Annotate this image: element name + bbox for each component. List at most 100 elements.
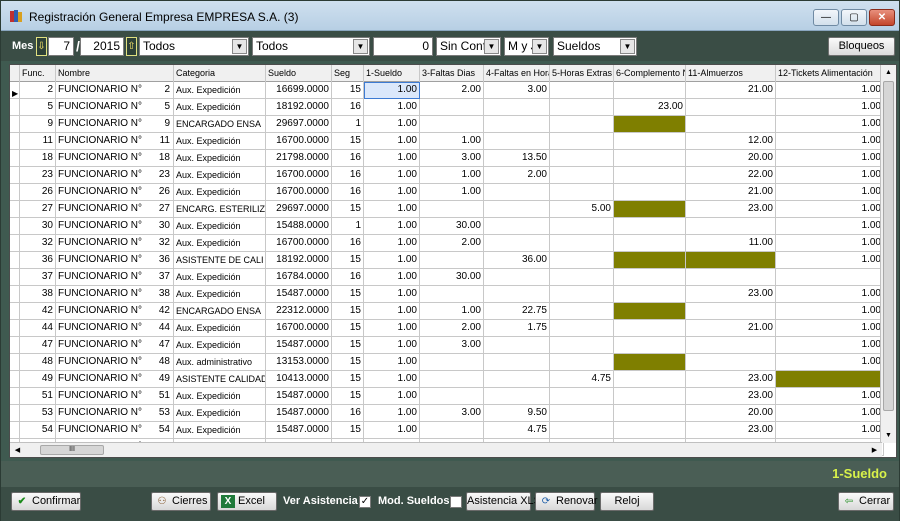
grid-cell-cat[interactable]: ENCARGADO ENSA xyxy=(174,116,266,133)
grid-cell-f3[interactable]: 1.00 xyxy=(420,303,484,320)
grid-cell-h5[interactable] xyxy=(550,303,614,320)
grid-cell-a11[interactable]: 23.00 xyxy=(686,286,776,303)
filter-combo-4[interactable]: M y J ▼ xyxy=(504,37,549,56)
scroll-up-icon[interactable]: ▲ xyxy=(881,65,896,80)
table-row[interactable]: 18 FUNCIONARIO N° 18 Aux. Expedición 21798.0… xyxy=(10,150,884,167)
grid-cell-s1[interactable]: 1.00 xyxy=(364,116,420,133)
grid-cell-cat[interactable]: Aux. Expedición xyxy=(174,167,266,184)
grid-cell-cat[interactable]: Aux. Expedición xyxy=(174,82,266,99)
column-header[interactable]: 11-Almuerzos xyxy=(686,65,776,82)
grid-cell-c6[interactable] xyxy=(614,116,686,133)
grid-cell-sueldo[interactable]: 21798.0000 xyxy=(266,150,332,167)
grid-cell-h5[interactable] xyxy=(550,286,614,303)
grid-cell-func[interactable]: 36 xyxy=(20,252,56,269)
grid-cell-t12[interactable]: 1.00 xyxy=(776,116,884,133)
grid-cell-seg[interactable]: 16 xyxy=(332,184,364,201)
grid-cell-f3[interactable] xyxy=(420,371,484,388)
grid-cell-f3[interactable]: 1.00 xyxy=(420,167,484,184)
grid-cell-sueldo[interactable]: 16700.0000 xyxy=(266,133,332,150)
row-indicator[interactable] xyxy=(10,303,20,320)
grid-cell-s1[interactable]: 1.00 xyxy=(364,218,420,235)
grid-cell-h5[interactable] xyxy=(550,422,614,439)
grid-cell-h5[interactable] xyxy=(550,116,614,133)
grid-cell-c6[interactable] xyxy=(614,388,686,405)
grid-cell-func[interactable]: 42 xyxy=(20,303,56,320)
grid-cell-sueldo[interactable]: 18192.0000 xyxy=(266,99,332,116)
grid-cell-nombre[interactable]: FUNCIONARIO N° 54 xyxy=(56,422,174,439)
grid-cell-func[interactable]: 27 xyxy=(20,201,56,218)
grid-cell-t12[interactable]: 1.00 xyxy=(776,201,884,218)
grid-cell-nombre[interactable]: FUNCIONARIO N° 51 xyxy=(56,388,174,405)
grid-cell-f3[interactable] xyxy=(420,354,484,371)
grid-cell-c6[interactable] xyxy=(614,422,686,439)
grid-cell-sueldo[interactable]: 22312.0000 xyxy=(266,303,332,320)
grid-cell-s1[interactable]: 1.00 xyxy=(364,337,420,354)
grid-cell-cat[interactable]: Aux. Expedición xyxy=(174,133,266,150)
column-header[interactable]: 5-Horas Extras xyxy=(550,65,614,82)
column-header[interactable]: Categoria xyxy=(174,65,266,82)
grid-cell-a11[interactable] xyxy=(686,269,776,286)
horizontal-scrollbar[interactable]: ◀ III ▶ xyxy=(10,442,882,457)
grid-cell-nombre[interactable]: FUNCIONARIO N° 11 xyxy=(56,133,174,150)
grid-cell-a11[interactable]: 20.00 xyxy=(686,405,776,422)
grid-cell-t12[interactable]: 1.00 xyxy=(776,184,884,201)
row-indicator[interactable] xyxy=(10,116,20,133)
grid-cell-cat[interactable]: Aux. Expedición xyxy=(174,150,266,167)
grid-cell-a11[interactable]: 23.00 xyxy=(686,388,776,405)
grid-cell-func[interactable]: 54 xyxy=(20,422,56,439)
grid-cell-nombre[interactable]: FUNCIONARIO N° 5 xyxy=(56,99,174,116)
grid-cell-s1[interactable]: 1.00 xyxy=(364,269,420,286)
grid-cell-sueldo[interactable]: 15487.0000 xyxy=(266,422,332,439)
grid-cell-cat[interactable]: Aux. administrativo xyxy=(174,354,266,371)
vertical-scroll-thumb[interactable] xyxy=(883,81,894,411)
grid-cell-seg[interactable]: 15 xyxy=(332,422,364,439)
grid-cell-f4[interactable] xyxy=(484,133,550,150)
month-down-arrow-icon[interactable]: ⇩ xyxy=(36,37,47,56)
grid-cell-f3[interactable] xyxy=(420,116,484,133)
grid-cell-func[interactable]: 11 xyxy=(20,133,56,150)
numeric-filter-field[interactable]: 0 xyxy=(373,37,433,56)
grid-cell-s1[interactable]: 1.00 xyxy=(364,133,420,150)
grid-cell-func[interactable]: 5 xyxy=(20,99,56,116)
grid-cell-cat[interactable]: Aux. Expedición xyxy=(174,235,266,252)
grid-cell-a11[interactable]: 22.00 xyxy=(686,167,776,184)
grid-cell-func[interactable]: 9 xyxy=(20,116,56,133)
grid-cell-nombre[interactable]: FUNCIONARIO N° 18 xyxy=(56,150,174,167)
grid-cell-c6[interactable] xyxy=(614,184,686,201)
row-indicator[interactable] xyxy=(10,252,20,269)
table-row[interactable]: 48 FUNCIONARIO N° 48 Aux. administrativo 131… xyxy=(10,354,884,371)
grid-cell-func[interactable]: 51 xyxy=(20,388,56,405)
table-row[interactable]: 37 FUNCIONARIO N° 37 Aux. Expedición 16784.0… xyxy=(10,269,884,286)
grid-cell-f3[interactable]: 2.00 xyxy=(420,235,484,252)
grid-cell-c6[interactable] xyxy=(614,371,686,388)
grid-cell-seg[interactable]: 1 xyxy=(332,116,364,133)
column-header[interactable]: 1-Sueldo xyxy=(364,65,420,82)
year-field[interactable]: 2015 xyxy=(80,37,124,56)
grid-cell-f4[interactable]: 3.00 xyxy=(484,82,550,99)
confirmar-button[interactable]: ✔ Confirmar xyxy=(11,492,81,511)
grid-cell-s1[interactable]: 1.00 xyxy=(364,422,420,439)
grid-cell-f3[interactable]: 3.00 xyxy=(420,337,484,354)
grid-cell-seg[interactable]: 16 xyxy=(332,99,364,116)
grid-cell-s1[interactable]: 1.00 xyxy=(364,167,420,184)
grid-cell-t12[interactable]: 1.00 xyxy=(776,286,884,303)
reloj-button[interactable]: Reloj xyxy=(600,492,654,511)
grid-cell-c6[interactable] xyxy=(614,150,686,167)
grid-cell-seg[interactable]: 1 xyxy=(332,218,364,235)
grid-cell-s1[interactable]: 1.00 xyxy=(364,286,420,303)
row-indicator[interactable] xyxy=(10,133,20,150)
grid-cell-a11[interactable]: 11.00 xyxy=(686,235,776,252)
grid-cell-seg[interactable]: 15 xyxy=(332,388,364,405)
grid-cell-h5[interactable] xyxy=(550,184,614,201)
grid-cell-f4[interactable] xyxy=(484,201,550,218)
grid-cell-h5[interactable] xyxy=(550,405,614,422)
grid-cell-seg[interactable]: 16 xyxy=(332,269,364,286)
grid-cell-func[interactable]: 44 xyxy=(20,320,56,337)
grid-cell-a11[interactable] xyxy=(686,354,776,371)
grid-cell-cat[interactable]: Aux. Expedición xyxy=(174,337,266,354)
grid-cell-c6[interactable] xyxy=(614,167,686,184)
grid-cell-f4[interactable] xyxy=(484,371,550,388)
grid-cell-f4[interactable] xyxy=(484,286,550,303)
grid-cell-a11[interactable] xyxy=(686,252,776,269)
grid-cell-sueldo[interactable]: 16784.0000 xyxy=(266,269,332,286)
